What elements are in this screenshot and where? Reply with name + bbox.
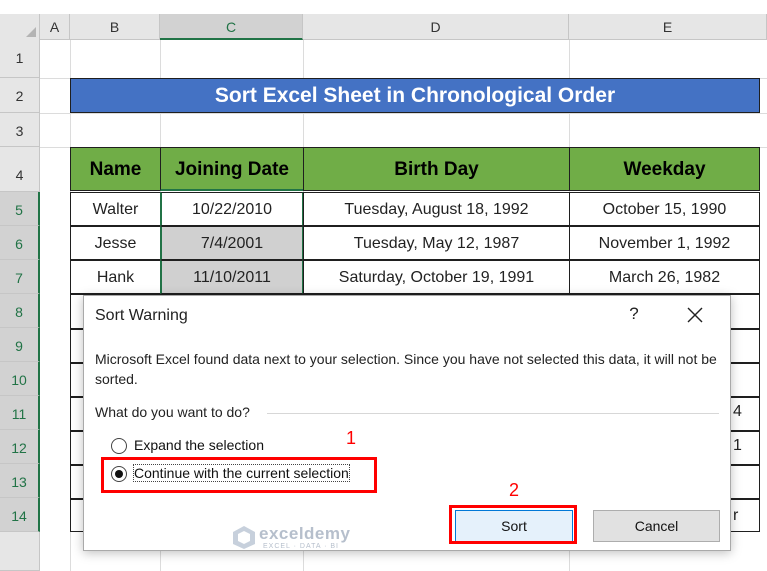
ribbon-edge <box>0 0 767 14</box>
row-header-5[interactable]: 5 <box>0 192 40 226</box>
header-weekday[interactable]: Weekday <box>569 147 760 191</box>
select-all-corner[interactable] <box>0 14 40 40</box>
close-button[interactable] <box>684 304 706 326</box>
partial-cell-text: 4 <box>733 403 742 420</box>
row-header-6[interactable]: 6 <box>0 226 40 260</box>
cancel-button[interactable]: Cancel <box>593 510 720 542</box>
sheet-title[interactable]: Sort Excel Sheet in Chronological Order <box>70 78 760 113</box>
dialog-title: Sort Warning <box>95 307 188 324</box>
row-header-14[interactable]: 14 <box>0 498 40 532</box>
cell-joining-date[interactable]: 11/10/2011 <box>160 260 304 294</box>
exceldemy-logo-icon <box>233 526 255 549</box>
partial-cell-text: 1 <box>733 437 742 454</box>
header-birth-day[interactable]: Birth Day <box>303 147 570 191</box>
row-header-12[interactable]: 12 <box>0 430 40 464</box>
highlight-box-sort <box>449 505 577 544</box>
select-all-icon <box>26 27 36 37</box>
column-header-e[interactable]: E <box>569 14 767 40</box>
cell-joining-date[interactable]: 7/4/2001 <box>160 226 304 260</box>
row-header-8[interactable]: 8 <box>0 294 40 328</box>
header-joining-date[interactable]: Joining Date <box>160 147 304 191</box>
cell-name[interactable]: Walter <box>70 192 161 226</box>
dialog-message: Microsoft Excel found data next to your … <box>95 351 717 387</box>
step-2-label: 2 <box>509 480 520 500</box>
column-header-a[interactable]: A <box>40 14 70 40</box>
radio-expand[interactable] <box>111 438 127 454</box>
cell-birth-day[interactable]: Saturday, October 19, 1991 <box>303 260 570 294</box>
sort-warning-dialog: Sort Warning ? Microsoft Excel found dat… <box>83 295 731 551</box>
cell-weekday[interactable]: October 15, 1990 <box>569 192 760 226</box>
column-header-b[interactable]: B <box>70 14 160 40</box>
row-header-9[interactable]: 9 <box>0 328 40 362</box>
column-header-d[interactable]: D <box>303 14 569 40</box>
help-button[interactable]: ? <box>624 304 644 324</box>
step-1-label: 1 <box>346 428 357 448</box>
cell-birth-day[interactable]: Tuesday, August 18, 1992 <box>303 192 570 226</box>
dialog-question: What do you want to do? <box>95 404 250 420</box>
row-header-7[interactable]: 7 <box>0 260 40 294</box>
header-name[interactable]: Name <box>70 147 161 191</box>
row-header-11[interactable]: 11 <box>0 396 40 430</box>
cell-weekday[interactable]: November 1, 1992 <box>569 226 760 260</box>
watermark-name: exceldemy <box>259 524 351 543</box>
row-header-2[interactable]: 2 <box>0 78 40 113</box>
partial-cell-text: r <box>733 507 739 524</box>
cell-weekday[interactable]: March 26, 1982 <box>569 260 760 294</box>
cell-joining-date[interactable]: 10/22/2010 <box>160 192 304 226</box>
column-header-c[interactable]: C <box>160 14 303 40</box>
cell-name[interactable]: Hank <box>70 260 161 294</box>
row-header-15 <box>0 532 40 571</box>
row-header-4[interactable]: 4 <box>0 147 40 192</box>
grid-line <box>40 113 767 114</box>
row-header-13[interactable]: 13 <box>0 464 40 498</box>
highlight-box-option <box>101 457 377 493</box>
option-expand-label: Expand the selection <box>134 437 264 453</box>
watermark-sub: EXCEL · DATA · BI <box>263 543 339 550</box>
group-divider <box>267 413 719 414</box>
cell-birth-day[interactable]: Tuesday, May 12, 1987 <box>303 226 570 260</box>
close-icon <box>687 307 703 323</box>
cell-name[interactable]: Jesse <box>70 226 161 260</box>
watermark: exceldemy EXCEL · DATA · BI <box>231 524 451 550</box>
row-header-10[interactable]: 10 <box>0 362 40 396</box>
row-header-3[interactable]: 3 <box>0 113 40 147</box>
row-header-1[interactable]: 1 <box>0 40 40 78</box>
